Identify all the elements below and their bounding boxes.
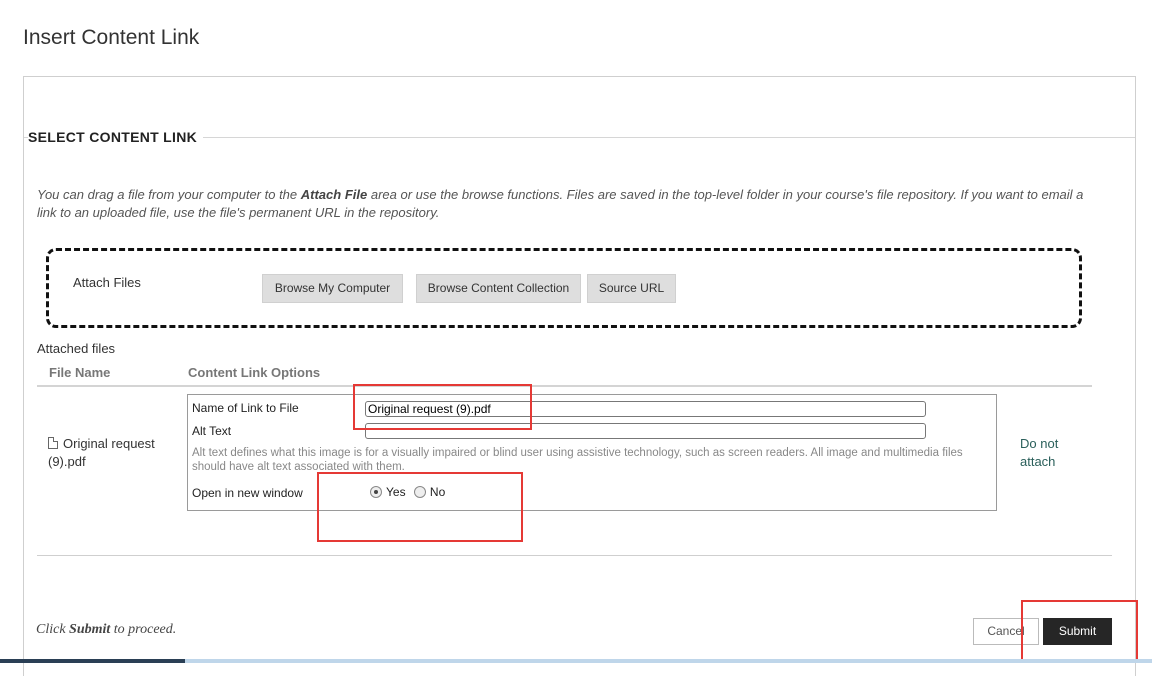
attach-files-label: Attach Files (73, 275, 141, 290)
submit-button[interactable]: Submit (1043, 618, 1112, 645)
do-not-attach-line-1: Do not (1020, 436, 1059, 451)
proceed-text-bold: Submit (69, 622, 111, 637)
do-not-attach-line-2: attach (1020, 454, 1056, 469)
intro-text-bold: Attach File (300, 187, 368, 202)
do-not-attach-link[interactable]: Do not attach (1020, 435, 1080, 471)
footer-divider (37, 555, 1112, 556)
alt-text-input[interactable] (365, 423, 926, 439)
cancel-button[interactable]: Cancel (973, 618, 1039, 645)
column-header-file-name: File Name (49, 365, 111, 380)
content-link-options-box: Name of Link to File Alt Text Alt text d… (187, 394, 997, 511)
radio-yes[interactable] (370, 486, 382, 498)
open-new-window-radio-group: Yes No (370, 485, 450, 499)
document-icon (48, 437, 58, 449)
proceed-text-end: to proceed. (110, 622, 177, 637)
radio-no[interactable] (413, 486, 426, 498)
section-heading: SELECT CONTENT LINK (28, 129, 204, 145)
alt-text-help: Alt text defines what this image is for … (192, 447, 963, 473)
file-name-line-1: Original request (63, 436, 155, 451)
proceed-text-start: Click (36, 622, 70, 637)
attach-files-dropzone[interactable]: Attach Files Browse My Computer Browse C… (46, 248, 1082, 328)
alt-text-label: Alt Text (192, 424, 232, 438)
column-header-content-link-options: Content Link Options (188, 365, 321, 380)
link-name-label: Name of Link to File (192, 401, 299, 415)
radio-yes-label: Yes (386, 485, 406, 499)
source-url-button[interactable]: Source URL (587, 274, 676, 303)
file-name-line-2: (9).pdf (48, 454, 86, 469)
table-header-divider (37, 385, 1092, 387)
page-title: Insert Content Link (23, 26, 200, 50)
browse-my-computer-button[interactable]: Browse My Computer (262, 274, 403, 303)
browse-content-collection-button[interactable]: Browse Content Collection (416, 274, 581, 303)
radio-no-label: No (429, 485, 446, 499)
link-name-input[interactable] (365, 401, 926, 417)
bottom-progress-bar-fill (0, 659, 185, 663)
content-panel: SELECT CONTENT LINK You can drag a file … (23, 76, 1136, 676)
intro-text-start: You can drag a file from your computer t… (37, 187, 301, 202)
proceed-instructions: Click Submit to proceed. (36, 622, 176, 638)
open-new-window-label: Open in new window (192, 486, 303, 500)
attached-file-name: Original request (9).pdf (48, 435, 178, 471)
attached-files-label: Attached files (37, 341, 116, 356)
instructions-text: You can drag a file from your computer t… (37, 186, 1087, 222)
